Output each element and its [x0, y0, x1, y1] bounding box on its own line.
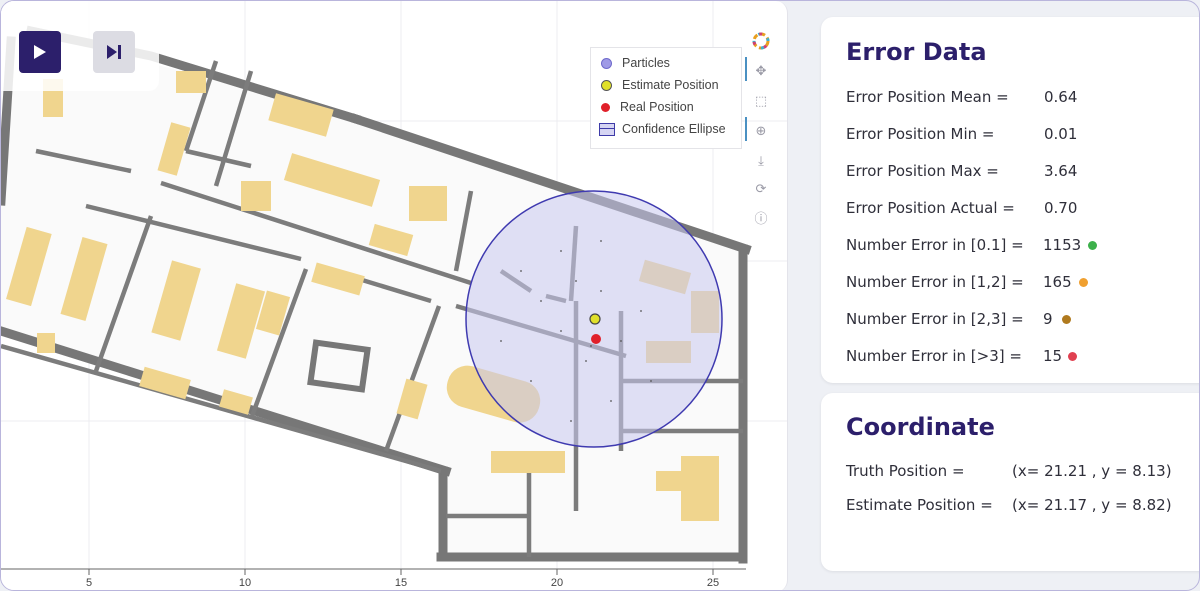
legend-label: Real Position: [620, 100, 694, 114]
x-tick: 25: [707, 577, 719, 589]
legend-item: Confidence Ellipse: [599, 120, 726, 138]
error-row: Error Position Mean = 0.64: [846, 88, 1077, 106]
error-value: 3.64: [1044, 162, 1078, 180]
error-label: Number Error in [0.1] =: [846, 236, 1024, 254]
error-row: Error Position Min = 0.01: [846, 125, 1077, 143]
coordinate-label: Estimate Position =: [846, 496, 993, 514]
status-dot-brown: [1062, 315, 1071, 324]
error-label: Error Position Actual =: [846, 199, 1015, 217]
reset-icon[interactable]: ⟳: [751, 179, 771, 199]
ellipse-swatch: [599, 122, 615, 136]
error-label: Number Error in [>3] =: [846, 347, 1022, 365]
box-zoom-icon[interactable]: ⬚: [751, 91, 771, 111]
real-swatch: [601, 102, 610, 112]
error-row: Number Error in [1,2] = 165: [846, 273, 1088, 291]
wheel-zoom-icon[interactable]: ⊕: [751, 121, 771, 141]
error-row: Error Position Max = 3.64: [846, 162, 1077, 180]
error-value: 165: [1043, 273, 1072, 291]
step-forward-button[interactable]: [93, 31, 135, 73]
legend-label: Estimate Position: [622, 78, 719, 92]
status-dot-green: [1088, 241, 1097, 250]
active-tool-indicator: [745, 117, 747, 141]
status-dot-red: [1068, 352, 1077, 361]
x-axis: 5 10 15 20 25: [1, 568, 746, 589]
help-icon[interactable]: ⓘ: [751, 207, 771, 227]
estimate-swatch: [601, 79, 612, 91]
legend-item: Particles: [601, 54, 670, 72]
error-label: Number Error in [2,3] =: [846, 310, 1024, 328]
coordinate-value: (x= 21.17 , y = 8.82): [1012, 496, 1172, 514]
coordinate-row: Estimate Position = (x= 21.17 , y = 8.82…: [846, 496, 1172, 514]
error-label: Error Position Max =: [846, 162, 999, 180]
active-tool-indicator: [745, 57, 747, 81]
coordinate-label: Truth Position =: [846, 462, 965, 480]
playback-controls: [1, 1, 159, 91]
map-panel[interactable]: 5 10 15 20 25 Particles Estimate Positio…: [1, 1, 788, 590]
coordinate-title: Coordinate: [846, 413, 995, 441]
coordinate-value: (x= 21.21 , y = 8.13): [1012, 462, 1172, 480]
error-data-title: Error Data: [846, 38, 987, 66]
play-button[interactable]: [19, 31, 61, 73]
bokeh-logo-icon: [751, 31, 771, 51]
coordinate-row: Truth Position = (x= 21.21 , y = 8.13): [846, 462, 1172, 480]
step-forward-icon: [107, 45, 121, 59]
save-icon[interactable]: ⤓: [751, 151, 771, 171]
legend-label: Confidence Ellipse: [622, 122, 726, 136]
error-value: 0.01: [1044, 125, 1078, 143]
coordinate-card: Coordinate Truth Position = (x= 21.21 , …: [821, 393, 1199, 571]
error-label: Error Position Mean =: [846, 88, 1009, 106]
x-tick: 15: [395, 577, 407, 589]
error-row: Number Error in [>3] = 15: [846, 347, 1077, 365]
real-position-marker: [591, 334, 601, 344]
error-value: 0.64: [1044, 88, 1078, 106]
legend-item: Real Position: [601, 98, 694, 116]
legend-item: Estimate Position: [601, 76, 719, 94]
play-icon: [34, 45, 46, 59]
map-legend: Particles Estimate Position Real Positio…: [590, 47, 742, 149]
error-label: Error Position Min =: [846, 125, 995, 143]
plot-toolbar: ✥ ⬚ ⊕ ⤓ ⟳ ⓘ: [745, 31, 777, 231]
pan-icon[interactable]: ✥: [751, 61, 771, 81]
app-frame: 5 10 15 20 25 Particles Estimate Positio…: [0, 0, 1200, 591]
x-tick: 10: [239, 577, 251, 589]
estimate-position-marker: [589, 313, 601, 325]
error-value: 9: [1043, 310, 1053, 328]
x-tick: 5: [86, 577, 92, 589]
error-value: 0.70: [1044, 199, 1078, 217]
error-data-card: Error Data Error Position Mean = 0.64 Er…: [821, 17, 1199, 383]
error-label: Number Error in [1,2] =: [846, 273, 1024, 291]
error-row: Number Error in [2,3] = 9: [846, 310, 1071, 328]
error-row: Number Error in [0.1] = 1153: [846, 236, 1097, 254]
status-dot-orange: [1079, 278, 1088, 287]
error-value: 15: [1043, 347, 1063, 365]
x-tick: 20: [551, 577, 563, 589]
legend-label: Particles: [622, 56, 670, 70]
error-value: 1153: [1043, 236, 1082, 254]
particles-swatch: [601, 57, 612, 69]
error-row: Error Position Actual = 0.70: [846, 199, 1077, 217]
